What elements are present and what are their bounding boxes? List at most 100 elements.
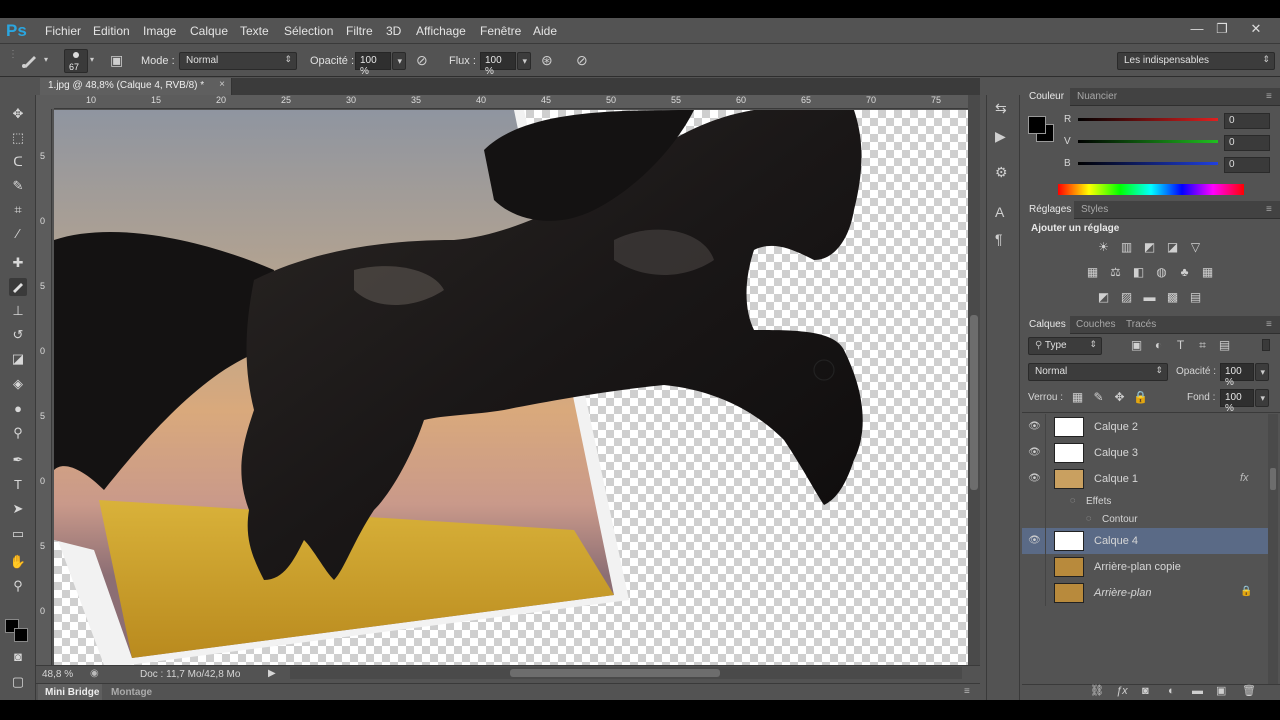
eraser-tool-icon[interactable]: ◪ — [9, 350, 27, 368]
brightness-icon[interactable]: ☀ — [1096, 241, 1111, 254]
channel-mixer-icon[interactable]: ♣ — [1177, 266, 1192, 279]
eye-icon[interactable]: ◌ — [1070, 495, 1075, 505]
type-tool-icon[interactable]: T — [9, 476, 27, 494]
menu-fenetre[interactable]: Fenêtre — [480, 24, 521, 38]
healing-brush-tool-icon[interactable]: ✚ — [9, 254, 27, 272]
exposure-icon[interactable]: ◪ — [1165, 241, 1180, 254]
filter-toggle[interactable] — [1262, 339, 1270, 351]
color-spectrum-bar[interactable] — [1058, 184, 1244, 195]
eye-icon[interactable]: 👁 — [1024, 528, 1046, 554]
document-canvas[interactable] — [54, 110, 968, 665]
eye-hidden-icon[interactable]: · — [1024, 580, 1046, 606]
tab-couches[interactable]: Couches — [1076, 319, 1115, 330]
properties-panel-icon[interactable]: ⚙ — [995, 165, 1008, 179]
flux-input[interactable]: 100 % — [480, 52, 516, 77]
channel-v-value[interactable]: 0 — [1224, 135, 1270, 151]
move-tool-icon[interactable]: ✥ — [9, 105, 27, 123]
panel-menu-icon[interactable]: ≡ — [964, 686, 970, 697]
vertical-scrollbar-thumb[interactable] — [970, 315, 978, 490]
channel-b-value[interactable]: 0 — [1224, 157, 1270, 173]
color-foreground-swatch[interactable] — [1028, 116, 1046, 134]
eye-icon[interactable]: 👁 — [1024, 466, 1046, 492]
menu-selection[interactable]: Sélection — [284, 24, 333, 38]
minimize-button[interactable]: — — [1188, 21, 1206, 37]
close-tab-icon[interactable]: × — [219, 79, 225, 90]
tab-montage[interactable]: Montage — [111, 687, 152, 698]
lock-position-icon[interactable]: ✥ — [1112, 391, 1127, 404]
fill-input[interactable]: 100 % — [1220, 389, 1254, 414]
history-panel-icon[interactable]: ⇆ — [995, 101, 1007, 115]
curves-icon[interactable]: ◩ — [1142, 241, 1157, 254]
actions-panel-icon[interactable]: ▶ — [995, 129, 1006, 143]
black-white-icon[interactable]: ◧ — [1131, 266, 1146, 279]
eye-hidden-icon[interactable]: · — [1024, 554, 1046, 580]
gradient-map-icon[interactable]: ▤ — [1188, 291, 1203, 304]
link-layers-icon[interactable]: ⛓ — [1090, 686, 1104, 697]
crop-tool-icon[interactable]: ⌗ — [9, 201, 27, 219]
zoom-tool-icon[interactable]: ⚲ — [9, 577, 27, 595]
tab-traces[interactable]: Tracés — [1126, 319, 1156, 330]
layer-opacity-input[interactable]: 100 % — [1220, 363, 1254, 388]
rectangle-tool-icon[interactable]: ▭ — [9, 525, 27, 543]
history-brush-tool-icon[interactable]: ↺ — [9, 326, 27, 344]
marquee-tool-icon[interactable]: ⬚ — [9, 129, 27, 147]
mode-dropdown[interactable]: Normal ⇕ — [179, 52, 297, 70]
tab-styles[interactable]: Styles — [1081, 204, 1108, 215]
status-info-icon[interactable]: ◉ — [90, 668, 99, 679]
eyedropper-tool-icon[interactable]: ⁄ — [9, 225, 27, 243]
menu-affichage[interactable]: Affichage — [416, 24, 466, 38]
panel-menu-icon[interactable]: ≡ — [1266, 204, 1272, 215]
lock-transparency-icon[interactable]: ▦ — [1070, 391, 1085, 404]
layer-row[interactable]: 👁 Calque 2 — [1022, 414, 1268, 440]
paint-bucket-tool-icon[interactable]: ◈ — [9, 375, 27, 393]
delete-layer-icon[interactable]: 🗑 — [1242, 686, 1256, 697]
tab-reglages[interactable]: Réglages — [1029, 204, 1071, 215]
color-lookup-icon[interactable]: ▦ — [1200, 266, 1215, 279]
pressure-size-icon[interactable]: ⊘ — [576, 53, 588, 67]
menu-fichier[interactable]: Fichier — [45, 24, 81, 38]
filter-type-icon[interactable]: T — [1173, 339, 1188, 352]
threshold-icon[interactable]: ▬ — [1142, 291, 1157, 304]
eye-icon[interactable]: 👁 — [1024, 440, 1046, 466]
selective-color-icon[interactable]: ▩ — [1165, 291, 1180, 304]
brush-tool-icon[interactable] — [20, 53, 40, 71]
layer-row[interactable]: · Arrière-plan 🔒 — [1022, 580, 1268, 606]
filter-pixel-icon[interactable]: ▣ — [1129, 339, 1144, 352]
document-tab[interactable]: 1.jpg @ 48,8% (Calque 4, RVB/8) * × — [40, 78, 232, 95]
tab-calques[interactable]: Calques — [1029, 319, 1066, 330]
screen-mode-icon[interactable]: ▢ — [9, 673, 27, 691]
invert-icon[interactable]: ◩ — [1096, 291, 1111, 304]
clone-stamp-tool-icon[interactable]: ⊥ — [9, 302, 27, 320]
menu-edition[interactable]: Edition — [93, 24, 130, 38]
filter-smart-object-icon[interactable]: ▤ — [1217, 339, 1232, 352]
fill-dropdown[interactable]: ▾ — [1255, 389, 1269, 407]
color-balance-icon[interactable]: ⚖ — [1108, 266, 1123, 279]
opacity-dropdown[interactable]: ▾ — [392, 52, 406, 70]
panel-menu-icon[interactable]: ≡ — [1266, 319, 1272, 330]
chevron-down-icon[interactable]: ▾ — [90, 56, 94, 64]
tab-couleur[interactable]: Couleur — [1029, 91, 1064, 102]
layer-row[interactable]: · Arrière-plan copie — [1022, 554, 1268, 580]
layer-effects-badge[interactable]: fx — [1240, 472, 1249, 484]
layers-scrollbar-thumb[interactable] — [1270, 468, 1276, 490]
effects-row[interactable]: ◌ Effets — [1022, 492, 1268, 510]
chevron-down-icon[interactable]: ▾ — [44, 56, 48, 64]
channel-b-slider[interactable] — [1078, 162, 1218, 165]
channel-r-slider[interactable] — [1078, 118, 1218, 121]
layer-filter-dropdown[interactable]: ⚲ Type ⇕ — [1028, 337, 1102, 355]
posterize-icon[interactable]: ▨ — [1119, 291, 1134, 304]
layer-row[interactable]: 👁 Calque 1 fx — [1022, 466, 1268, 492]
tab-mini-bridge[interactable]: Mini Bridge — [45, 687, 99, 698]
new-group-icon[interactable]: ▬ — [1192, 686, 1203, 697]
flux-dropdown[interactable]: ▾ — [517, 52, 531, 70]
panel-menu-icon[interactable]: ≡ — [1266, 91, 1272, 102]
pressure-opacity-icon[interactable]: ⊘ — [416, 53, 428, 67]
effect-contour-row[interactable]: ◌ Contour — [1022, 510, 1268, 528]
blend-mode-dropdown[interactable]: Normal ⇕ — [1028, 363, 1168, 381]
new-adjustment-icon[interactable]: ◐ — [1168, 686, 1175, 697]
hue-saturation-icon[interactable]: ▦ — [1085, 266, 1100, 279]
dodge-tool-icon[interactable]: ⚲ — [9, 424, 27, 442]
layers-scrollbar[interactable] — [1268, 414, 1278, 684]
filter-shape-icon[interactable]: ⌗ — [1195, 339, 1210, 352]
levels-icon[interactable]: ▥ — [1119, 241, 1134, 254]
